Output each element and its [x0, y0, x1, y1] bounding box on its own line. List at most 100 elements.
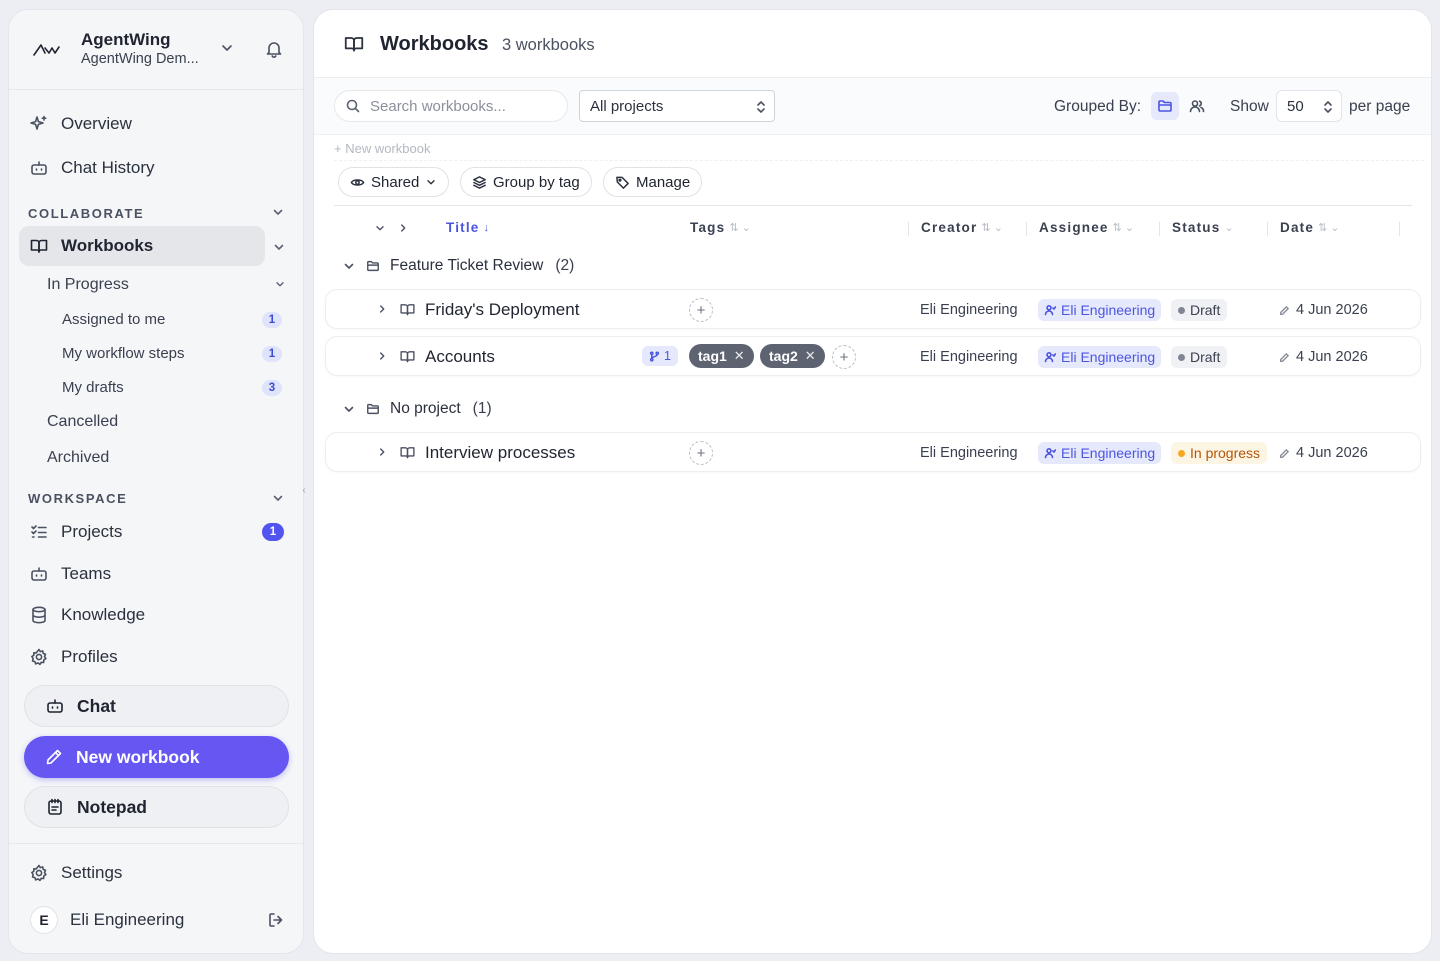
- notepad-button[interactable]: Notepad: [24, 786, 289, 828]
- search-input[interactable]: [370, 97, 560, 115]
- search-box[interactable]: [334, 90, 568, 122]
- column-header-title[interactable]: Title ↓: [446, 220, 489, 235]
- nav-cancelled[interactable]: Cancelled: [47, 413, 118, 431]
- per-page-select[interactable]: 50: [1276, 90, 1342, 122]
- assignee-badge[interactable]: Eli Engineering: [1038, 442, 1162, 464]
- nav-my-drafts[interactable]: My drafts: [62, 379, 124, 396]
- column-header-status[interactable]: Status ⌄: [1172, 220, 1234, 235]
- logout-icon[interactable]: [267, 911, 285, 929]
- branch-badge[interactable]: 1: [642, 346, 678, 366]
- nav-settings[interactable]: Settings: [27, 854, 122, 892]
- creator-name: Eli Engineering: [920, 445, 1018, 461]
- date-cell: 4 Jun 2026: [1279, 302, 1368, 318]
- chevron-down-icon[interactable]: [274, 278, 286, 290]
- sidebar-collapse-handle[interactable]: ‹: [297, 455, 311, 525]
- folder-icon: [367, 260, 379, 272]
- agentwing-logo-icon: [33, 44, 60, 56]
- column-header-tags[interactable]: Tags ⇅ ⌄: [690, 220, 751, 235]
- chevron-right-icon[interactable]: [376, 303, 388, 315]
- gear-icon: [31, 864, 47, 882]
- nav-in-progress[interactable]: In Progress: [47, 276, 129, 294]
- tag-chip[interactable]: tag1 ✕: [689, 344, 754, 368]
- users-icon: [1189, 100, 1205, 113]
- nav-teams[interactable]: Teams: [27, 555, 111, 593]
- new-workbook-button[interactable]: New workbook: [24, 736, 289, 778]
- assignee-badge[interactable]: Eli Engineering: [1038, 346, 1162, 368]
- chip-label: Group by tag: [493, 173, 580, 191]
- chevron-right-icon[interactable]: [376, 446, 388, 458]
- table-row[interactable]: Friday's Deployment + Eli Engineering El…: [325, 289, 1421, 329]
- column-separator: [1399, 222, 1400, 236]
- tag-chip[interactable]: tag2 ✕: [760, 344, 825, 368]
- group-header[interactable]: Feature Ticket Review (2): [342, 254, 574, 278]
- manage-tags-chip[interactable]: Manage: [603, 167, 703, 197]
- add-tag-button[interactable]: +: [689, 441, 713, 465]
- nav-knowledge[interactable]: Knowledge: [27, 596, 145, 634]
- sort-icon: ⇅ ⌄: [1112, 222, 1135, 234]
- sidebar: AgentWing AgentWing Dem... Overview Chat…: [8, 9, 306, 954]
- user-name[interactable]: Eli Engineering: [70, 910, 184, 930]
- count-badge: 1: [262, 523, 284, 541]
- nav-label: Workbooks: [61, 236, 154, 255]
- sort-icon: ⇅ ⌄: [981, 222, 1003, 234]
- status-badge: Draft: [1171, 299, 1228, 321]
- chevron-right-icon[interactable]: [376, 350, 388, 362]
- column-header-assignee[interactable]: Assignee ⇅ ⌄: [1039, 220, 1134, 235]
- divider: [334, 205, 1412, 206]
- assignee-badge[interactable]: Eli Engineering: [1038, 299, 1162, 321]
- group-by-tag-chip[interactable]: Group by tag: [460, 167, 592, 197]
- workbook-title[interactable]: Friday's Deployment: [425, 300, 579, 320]
- chat-button[interactable]: Chat: [24, 685, 289, 727]
- group-header[interactable]: No project (1): [342, 397, 492, 421]
- chevron-down-icon[interactable]: [219, 40, 235, 56]
- status-label: In progress: [1190, 445, 1261, 461]
- show-label: Show: [1230, 98, 1269, 115]
- workbook-title[interactable]: Interview processes: [425, 443, 575, 463]
- project-filter-select[interactable]: All projects: [579, 90, 775, 122]
- date-value: 4 Jun 2026: [1296, 302, 1368, 318]
- table-row[interactable]: Accounts 1 tag1 ✕ tag2 ✕ + Eli Engineeri…: [325, 336, 1421, 376]
- chevron-down-icon[interactable]: [272, 240, 286, 254]
- group-by-project-button[interactable]: [1151, 92, 1179, 120]
- grouped-by-label: Grouped By:: [1054, 98, 1142, 115]
- status-badge: In progress: [1171, 442, 1268, 464]
- nav-workbooks[interactable]: Workbooks: [27, 227, 153, 265]
- list-check-icon: [31, 525, 47, 538]
- add-tag-button[interactable]: +: [832, 345, 856, 369]
- expand-all-icon[interactable]: [397, 222, 409, 234]
- nav-label: Knowledge: [61, 605, 146, 624]
- nav-assigned-to-me[interactable]: Assigned to me: [62, 311, 165, 328]
- add-tag-button[interactable]: +: [689, 298, 713, 322]
- group-count: (1): [472, 400, 492, 417]
- column-label: Status: [1172, 220, 1221, 235]
- nav-profiles[interactable]: Profiles: [27, 638, 118, 676]
- workspace-switcher[interactable]: AgentWing AgentWing Dem...: [9, 10, 303, 90]
- collapse-all-icon[interactable]: [374, 222, 386, 234]
- nav-label: Teams: [61, 564, 112, 583]
- shared-filter-chip[interactable]: Shared: [338, 167, 450, 197]
- page-title: Workbooks: [380, 33, 489, 55]
- section-collaborate: COLLABORATE: [28, 206, 145, 221]
- nav-archived[interactable]: Archived: [47, 449, 109, 467]
- nav-projects[interactable]: Projects: [27, 513, 122, 551]
- avatar[interactable]: E: [30, 906, 58, 934]
- per-page-label: per page: [1349, 98, 1411, 115]
- table-row[interactable]: Interview processes + Eli Engineering El…: [325, 432, 1421, 472]
- nav-overview[interactable]: Overview: [27, 105, 132, 143]
- bell-icon[interactable]: [264, 39, 284, 59]
- chevron-down-icon[interactable]: [271, 491, 285, 505]
- date-cell: 4 Jun 2026: [1279, 349, 1368, 365]
- new-workbook-link[interactable]: + New workbook: [334, 141, 430, 156]
- main-panel: Workbooks 3 workbooks All projects Group…: [313, 9, 1432, 954]
- close-icon[interactable]: ✕: [734, 348, 745, 364]
- chevron-down-icon[interactable]: [271, 205, 285, 219]
- column-header-creator[interactable]: Creator ⇅ ⌄: [921, 220, 1003, 235]
- search-icon: [346, 99, 360, 113]
- nav-my-workflow-steps[interactable]: My workflow steps: [62, 345, 185, 362]
- workbook-title[interactable]: Accounts: [425, 347, 495, 367]
- close-icon[interactable]: ✕: [805, 348, 816, 364]
- group-by-user-button[interactable]: [1183, 92, 1211, 120]
- column-header-date[interactable]: Date ⇅ ⌄: [1280, 220, 1340, 235]
- count-badge: 3: [262, 380, 282, 396]
- nav-chat-history[interactable]: Chat History: [27, 149, 155, 187]
